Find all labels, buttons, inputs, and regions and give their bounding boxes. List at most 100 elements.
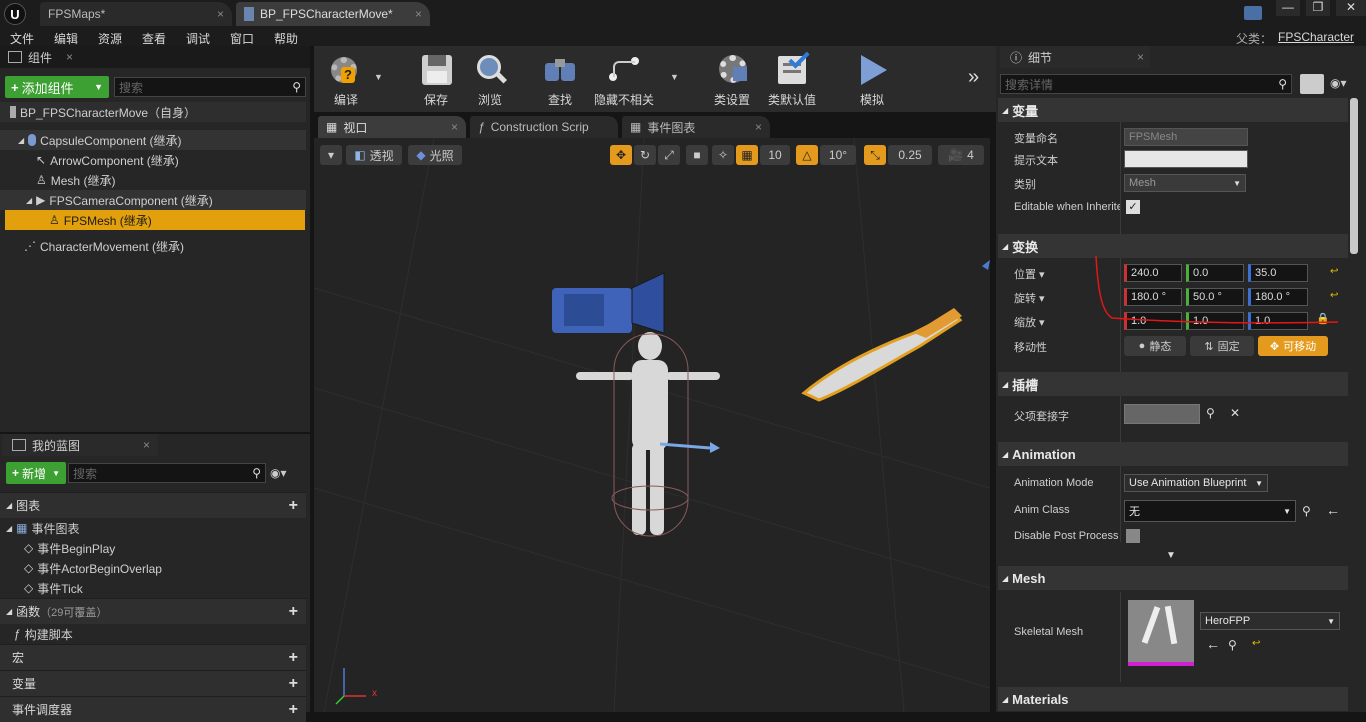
browse-button[interactable]: 浏览	[460, 52, 520, 108]
property-matrix-icon[interactable]	[1300, 74, 1324, 94]
close-icon[interactable]: ×	[1137, 50, 1144, 64]
search-icon[interactable]: ⚲	[292, 80, 301, 94]
component-root[interactable]: BP_FPSCharacterMove（自身）	[0, 102, 306, 122]
anim-class-dropdown[interactable]: 无 ▼	[1124, 500, 1296, 522]
camera-speed-button[interactable]: 🎥 4	[938, 145, 984, 165]
perspective-button[interactable]: ◧ 透视	[346, 145, 402, 165]
dispatchers-section[interactable]: 事件调度器 +	[0, 696, 306, 722]
location-label[interactable]: 位置 ▾	[1014, 266, 1045, 282]
grid-snap-value[interactable]: 10	[760, 145, 790, 165]
tab-bp-fpscharactermove[interactable]: BP_FPSCharacterMove* ×	[236, 2, 430, 26]
mobility-stationary-button[interactable]: ⇅ 固定	[1190, 336, 1254, 356]
macros-section[interactable]: 宏 +	[0, 644, 306, 670]
component-camera[interactable]: ◢ ▶ FPSCameraComponent (继承)	[0, 190, 306, 210]
details-scrollbar[interactable]	[1350, 98, 1358, 254]
rotate-mode-icon[interactable]: ↻	[634, 145, 656, 165]
save-button[interactable]: 保存	[406, 52, 466, 108]
viewport-options-chevron-icon[interactable]: ▾	[320, 145, 342, 165]
close-icon[interactable]: ×	[415, 7, 422, 21]
advanced-expand-icon[interactable]: ▼	[1166, 550, 1176, 561]
details-search-input[interactable]: 搜索详情 ⚲	[1000, 74, 1292, 94]
mobility-movable-button[interactable]: ✥ 可移动	[1258, 336, 1328, 356]
visibility-eye-icon[interactable]: ◉▾	[270, 466, 287, 480]
notification-icon[interactable]	[1244, 6, 1262, 20]
component-mesh[interactable]: ♙ Mesh (继承)	[0, 170, 306, 190]
compile-options-chevron-icon[interactable]: ▼	[374, 72, 383, 82]
animation-mode-dropdown[interactable]: Use Animation Blueprint ▼	[1124, 474, 1268, 492]
menu-view[interactable]: 查看	[142, 30, 166, 47]
use-selected-arrow-icon[interactable]: ←	[1206, 636, 1220, 652]
add-function-button[interactable]: +	[289, 603, 298, 621]
browse-mesh-search-icon[interactable]: ⚲	[1228, 638, 1237, 652]
animation-category[interactable]: ◢ Animation	[998, 442, 1348, 466]
disable-post-process-checkbox[interactable]	[1126, 529, 1140, 543]
add-dispatcher-button[interactable]: +	[289, 701, 298, 719]
tooltip-field[interactable]	[1124, 150, 1248, 168]
lit-button[interactable]: ◆ 光照	[408, 145, 462, 165]
editable-inherited-checkbox[interactable]: ✓	[1126, 200, 1140, 214]
parent-socket-field[interactable]	[1124, 404, 1200, 424]
close-icon[interactable]: ×	[451, 120, 458, 134]
variable-category[interactable]: ◢ 变量	[998, 98, 1348, 122]
rotation-snap-icon[interactable]: △	[796, 145, 818, 165]
event-item[interactable]: ◇ 事件Tick	[0, 578, 306, 598]
browse-socket-search-icon[interactable]: ⚲	[1206, 406, 1215, 420]
add-macro-button[interactable]: +	[289, 649, 298, 667]
hide-options-chevron-icon[interactable]: ▼	[670, 72, 679, 82]
skeletal-mesh-thumbnail[interactable]	[1128, 600, 1194, 666]
blueprint-search-input[interactable]: 搜索 ⚲	[68, 463, 266, 483]
component-fpsmesh[interactable]: ♙ FPSMesh (继承)	[5, 210, 305, 230]
close-icon[interactable]: ×	[755, 120, 762, 134]
variable-name-field[interactable]: FPSMesh	[1124, 128, 1248, 146]
reset-mesh-icon[interactable]: ↩	[1252, 638, 1260, 649]
use-selected-arrow-icon[interactable]: ←	[1326, 502, 1340, 518]
clear-socket-icon[interactable]: ✕	[1230, 406, 1240, 420]
world-local-icon[interactable]: ■	[686, 145, 708, 165]
simulate-button[interactable]: 模拟	[842, 52, 902, 108]
mesh-category[interactable]: ◢ Mesh	[998, 566, 1348, 590]
event-graph-item[interactable]: ◢ ▦ 事件图表	[0, 518, 306, 538]
scale-label[interactable]: 缩放 ▾	[1014, 314, 1045, 330]
menu-assets[interactable]: 资源	[98, 30, 122, 47]
scale-mode-icon[interactable]: ⤢	[658, 145, 680, 165]
tab-event-graph[interactable]: ▦ 事件图表 ×	[622, 116, 770, 138]
browse-anim-search-icon[interactable]: ⚲	[1302, 504, 1311, 518]
event-item[interactable]: ◇ 事件BeginPlay	[0, 538, 306, 558]
component-search-input[interactable]: 搜索 ⚲	[114, 77, 306, 97]
event-item[interactable]: ◇ 事件ActorBeginOverlap	[0, 558, 306, 578]
graphs-section[interactable]: ◢ 图表 +	[0, 492, 306, 518]
add-component-button[interactable]: + 添加组件 ▼	[5, 76, 109, 98]
component-arrow[interactable]: ↖ ArrowComponent (继承)	[0, 150, 306, 170]
skeletal-mesh-dropdown[interactable]: HeroFPP ▼	[1200, 612, 1340, 630]
hide-unrelated-button[interactable]: 隐藏不相关	[592, 52, 656, 108]
menu-help[interactable]: 帮助	[274, 30, 298, 47]
search-icon[interactable]: ⚲	[1278, 77, 1287, 91]
close-icon[interactable]: ×	[217, 7, 224, 21]
tab-construction-script[interactable]: ƒ Construction Scrip	[470, 116, 618, 138]
materials-category[interactable]: ◢ Materials	[998, 687, 1348, 711]
viewport[interactable]: x ▾ ◧ 透视 ◆ 光照 ✥ ↻ ⤢ ■ ✧ ▦ 10 △ 10° ⤡ 0.2…	[314, 138, 990, 712]
mobility-static-button[interactable]: ● 静态	[1124, 336, 1186, 356]
variables-section[interactable]: 变量 +	[0, 670, 306, 696]
menu-debug[interactable]: 调试	[186, 30, 210, 47]
class-settings-button[interactable]: 类设置	[702, 52, 762, 108]
grid-snap-icon[interactable]: ▦	[736, 145, 758, 165]
find-button[interactable]: 查找	[530, 52, 590, 108]
component-charmove[interactable]: ⋰ CharacterMovement (继承)	[0, 236, 306, 256]
category-dropdown[interactable]: Mesh ▼	[1124, 174, 1246, 192]
class-defaults-button[interactable]: 类默认值	[762, 47, 822, 108]
component-capsule[interactable]: ◢ CapsuleComponent (继承)	[0, 130, 306, 150]
sockets-category[interactable]: ◢ 插槽	[998, 372, 1348, 396]
search-icon[interactable]: ⚲	[252, 466, 261, 480]
add-graph-button[interactable]: +	[289, 497, 298, 515]
menu-file[interactable]: 文件	[10, 30, 34, 47]
visibility-eye-icon[interactable]: ◉▾	[1330, 76, 1347, 90]
close-icon[interactable]: ×	[143, 438, 150, 452]
scale-snap-value[interactable]: 0.25	[888, 145, 932, 165]
close-icon[interactable]: ×	[66, 50, 73, 64]
tab-fpsmaps[interactable]: FPSMaps* ×	[40, 2, 232, 26]
tab-viewport[interactable]: ▦ 视口 ×	[318, 116, 466, 138]
rotation-label[interactable]: 旋转 ▾	[1014, 290, 1045, 306]
compile-button[interactable]: ? 编译	[316, 52, 376, 108]
toolbar-overflow-icon[interactable]: »	[968, 66, 979, 89]
